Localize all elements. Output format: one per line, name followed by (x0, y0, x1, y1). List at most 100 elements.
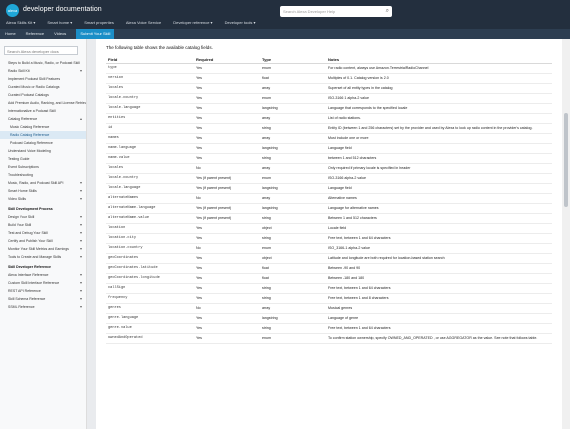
sidebar-item[interactable]: Add Premium Audio, Ranking, and License … (0, 99, 86, 107)
table-cell: locale.language (106, 183, 194, 194)
site-title[interactable]: developer documentation (23, 6, 102, 13)
subnav-item[interactable]: Submit Your Skill (76, 29, 115, 39)
chevron-icon[interactable]: ▾ (80, 229, 82, 237)
sidebar-item[interactable]: SSML Reference ▾ (0, 303, 86, 311)
sidebar-item-label: SSML Reference (8, 305, 35, 309)
sidebar-item[interactable]: Smart Home Skills ▾ (0, 187, 86, 195)
top-menu-item[interactable]: Developer tools ▾ (225, 20, 256, 28)
sidebar-item[interactable]: Steps to Build a Music, Radio, or Podcas… (0, 59, 86, 67)
alexa-logo[interactable]: alexa (6, 4, 19, 17)
sidebar-item[interactable]: Alexa Interface Reference ▾ (0, 271, 86, 279)
table-cell: Yes (if parent present) (194, 173, 260, 184)
chevron-icon[interactable]: ▾ (80, 195, 82, 203)
table-cell: No (194, 193, 260, 204)
sidebar-item[interactable]: Custom Skill Interface Reference ▾ (0, 279, 86, 287)
table-cell: Locale field (326, 223, 552, 234)
sidebar-item[interactable]: REST API Reference ▾ (0, 287, 86, 295)
table-row: locale.language Yes (if parent present) la… (106, 183, 552, 194)
sidebar-item[interactable]: Curated Podcast Catalogs (0, 91, 86, 99)
sidebar-item[interactable]: Build Your Skill ▾ (0, 221, 86, 229)
chevron-icon[interactable]: ▾ (80, 295, 82, 303)
table-cell: locales (106, 163, 194, 174)
table-cell: Yes (194, 313, 260, 324)
sidebar-search-input[interactable]: Search Alexa developer docs (4, 46, 78, 55)
sidebar-item[interactable]: Certify and Publish Your Skill ▾ (0, 237, 86, 245)
sidebar-item[interactable]: Radio Skill Kit ▾ (0, 67, 86, 75)
subnav-item[interactable]: Videos (54, 29, 66, 39)
sidebar-item[interactable]: Music Catalog Reference (0, 123, 86, 131)
chevron-icon[interactable]: ▾ (80, 271, 82, 279)
sidebar-item-label: Design Your Skill (8, 215, 35, 219)
table-cell: No (194, 163, 260, 174)
sidebar-item[interactable]: Skill Schema Reference ▾ (0, 295, 86, 303)
table-cell: For radio content, always use Amazon.Ter… (326, 63, 552, 74)
table-cell: genre.value (106, 323, 194, 334)
sidebar-item[interactable]: Tools to Create and Manage Skills ▾ (0, 253, 86, 261)
sidebar-item[interactable]: Implement Podcast Skill Features (0, 75, 86, 83)
table-cell: object (260, 223, 326, 234)
table-cell: array (260, 193, 326, 204)
sidebar-item[interactable]: Catalog Reference ▴ (0, 115, 86, 123)
subnav-item[interactable]: Reference (26, 29, 44, 39)
table-cell: Language that corresponds to the specifi… (326, 103, 552, 114)
chevron-icon[interactable]: ▴ (80, 115, 82, 123)
top-menu-item[interactable]: Smart properties (84, 20, 114, 28)
sidebar-item[interactable]: Internationalize a Podcast Skill (0, 107, 86, 115)
top-menu-item[interactable]: Developer reference ▾ (173, 20, 212, 28)
sidebar-item[interactable]: Event Subscriptions (0, 163, 86, 171)
table-cell: Yes (194, 143, 260, 154)
sidebar-item[interactable]: Video Skills ▾ (0, 195, 86, 203)
table-cell: array (260, 303, 326, 314)
sidebar-item[interactable]: Testing Guide (0, 155, 86, 163)
sidebar-item[interactable]: Troubleshooting (0, 171, 86, 179)
table-row: alternateName.value Yes (if parent presen… (106, 213, 552, 224)
chevron-icon[interactable]: ▾ (80, 213, 82, 221)
chevron-icon[interactable]: ▾ (80, 187, 82, 195)
sidebar-item-label: Internationalize a Podcast Skill (8, 109, 56, 113)
chevron-icon[interactable]: ▾ (80, 253, 82, 261)
sidebar-item-label: Monitor Your Skill Metrics and Earnings (8, 247, 69, 251)
sidebar-item[interactable]: Radio Catalog Reference (0, 131, 86, 139)
chevron-icon[interactable]: ▾ (80, 287, 82, 295)
table-cell: Yes (194, 233, 260, 244)
chevron-icon[interactable]: ▾ (80, 245, 82, 253)
search-input[interactable]: Search Alexa Developer Help ⌕ (280, 6, 392, 17)
sidebar-item[interactable]: Test and Debug Your Skill ▾ (0, 229, 86, 237)
table-cell: Yes (194, 273, 260, 284)
table-cell: Free text, between 1 and 64 characters (326, 323, 552, 334)
top-menu-item[interactable]: Alexa Voice Service (126, 20, 161, 28)
sidebar-item[interactable]: Podcast Catalog Reference (0, 139, 86, 147)
scrollbar-thumb[interactable] (564, 113, 568, 207)
table-row: genres No array Musical genres (106, 303, 552, 314)
search-icon[interactable]: ⌕ (386, 6, 389, 17)
table-cell: genre.language (106, 313, 194, 324)
table-row: type Yes enum For radio content, always use… (106, 63, 552, 74)
sidebar-item[interactable]: Curated Music or Radio Catalogs (0, 83, 86, 91)
chevron-icon[interactable]: ▾ (80, 221, 82, 229)
chevron-icon[interactable]: ▾ (80, 279, 82, 287)
table-cell: Yes (194, 113, 260, 124)
top-menu-item[interactable]: Smart home ▾ (47, 20, 72, 28)
table-row: genre.value Yes string Free text, between 1… (106, 323, 552, 334)
table-cell: Yes (194, 283, 260, 294)
column-header: Notes (326, 55, 552, 64)
table-cell: entities (106, 113, 194, 124)
chevron-icon[interactable]: ▾ (80, 237, 82, 245)
table-cell: name.language (106, 143, 194, 154)
page-scrollbar[interactable] (562, 39, 570, 429)
table-row: locale.country Yes (if parent present) enu… (106, 173, 552, 184)
chevron-icon[interactable]: ▾ (80, 179, 82, 187)
sidebar-section-heading: Skill Development Process (0, 205, 86, 213)
table-row: name.value Yes string between 1 and 512 cha… (106, 153, 552, 164)
top-menu-item[interactable]: Alexa Skills Kit ▾ (6, 20, 35, 28)
table-cell: Free text, between 1 and 8 characters (326, 293, 552, 304)
chevron-icon[interactable]: ▾ (80, 303, 82, 311)
table-cell: enum (260, 243, 326, 254)
sidebar-item[interactable]: Music, Radio, and Podcast Skill API ▾ (0, 179, 86, 187)
sidebar-item[interactable]: Design Your Skill ▾ (0, 213, 86, 221)
chevron-icon[interactable]: ▾ (80, 67, 82, 75)
subnav-item[interactable]: Home (5, 29, 16, 39)
sidebar-item[interactable]: Monitor Your Skill Metrics and Earnings ▾ (0, 245, 86, 253)
sidebar-item[interactable]: Understand Voice Modeling (0, 147, 86, 155)
sidebar-item-label: Smart Home Skills (8, 189, 37, 193)
